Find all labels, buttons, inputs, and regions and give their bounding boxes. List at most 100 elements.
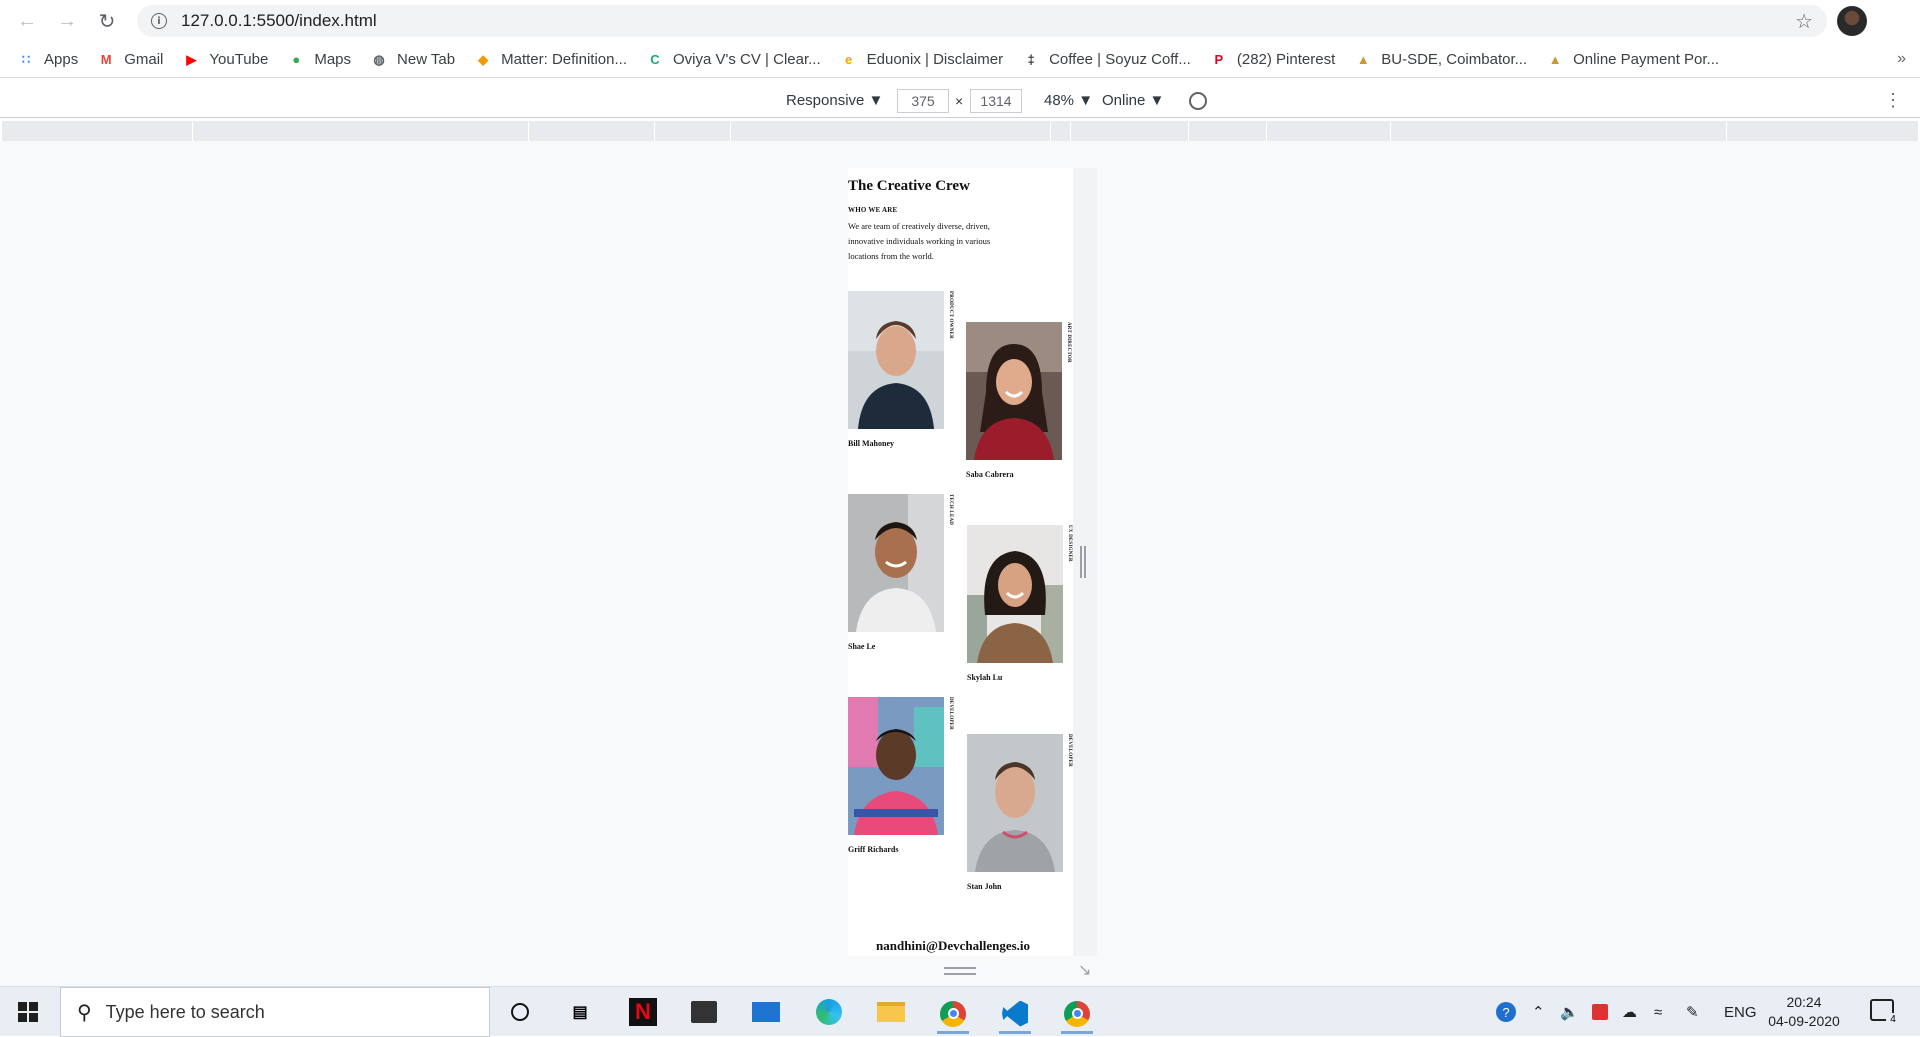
bookmark-label: (282) Pinterest bbox=[1236, 51, 1336, 68]
bookmarks-bar: ∷ Apps M Gmail ▶ YouTube ● Maps ◍ New Tab ◆ Matter:… bbox=[0, 42, 1920, 78]
member-photo bbox=[967, 734, 1063, 872]
windows-taskbar: ⚲ Type here to search ▤ N ? ⌃ 🔈 ☁ ≈ ✎ EN… bbox=[0, 986, 1920, 1037]
member-name: Skylah Lu bbox=[967, 673, 1003, 682]
member-photo bbox=[848, 697, 944, 835]
apps-grid-icon: ∷ bbox=[21, 51, 31, 67]
reload-icon[interactable]: ↻ bbox=[92, 6, 122, 36]
info-icon[interactable]: i bbox=[151, 13, 167, 29]
taskbar-search-box[interactable]: ⚲ Type here to search bbox=[60, 987, 490, 1037]
volume-icon[interactable]: 🔈 bbox=[1560, 987, 1579, 1037]
chevron-up-icon[interactable]: ⌃ bbox=[1532, 987, 1545, 1037]
bookmark-label: New Tab bbox=[397, 51, 456, 68]
more-bookmarks-icon[interactable]: » bbox=[1897, 50, 1906, 68]
bookmark-label: Oviya V's CV | Clear... bbox=[673, 51, 821, 68]
antivirus-icon[interactable] bbox=[1592, 987, 1608, 1037]
language-indicator[interactable]: ENG bbox=[1724, 987, 1757, 1037]
coffee-icon: ‡ bbox=[1027, 52, 1035, 67]
notification-icon[interactable]: 4 bbox=[1870, 999, 1900, 1027]
cortana-icon[interactable] bbox=[504, 996, 536, 1028]
bookmark-item[interactable]: C Oviya V's CV | Clear... bbox=[647, 51, 821, 68]
bookmark-item[interactable]: ▶ YouTube bbox=[183, 51, 268, 68]
member-role: UX DESIGNER bbox=[1067, 525, 1072, 562]
youtube-icon: ▶ bbox=[186, 51, 197, 67]
rotate-icon[interactable] bbox=[1189, 92, 1207, 110]
bookmark-item[interactable]: ▲ BU-SDE, Coimbator... bbox=[1355, 51, 1527, 68]
clock-time: 20:24 bbox=[1786, 994, 1822, 1010]
chrome-icon[interactable] bbox=[1061, 996, 1093, 1034]
zoom-select[interactable]: 48% ▼ bbox=[1044, 92, 1093, 109]
bookmark-item[interactable]: ‡ Coffee | Soyuz Coff... bbox=[1023, 51, 1191, 68]
task-view-icon[interactable]: ▤ bbox=[564, 996, 596, 1028]
clock-date: 04-09-2020 bbox=[1768, 1013, 1840, 1029]
chrome-icon[interactable] bbox=[937, 996, 969, 1034]
globe-icon: ◍ bbox=[373, 51, 385, 67]
member-name: Griff Richards bbox=[848, 845, 899, 854]
bookmark-label: Eduonix | Disclaimer bbox=[866, 51, 1004, 68]
member-photo bbox=[848, 494, 944, 632]
bookmark-item[interactable]: ◆ Matter: Definition... bbox=[475, 51, 627, 68]
network-throttle-select[interactable]: Online ▼ bbox=[1102, 92, 1164, 109]
member-name: Shae Le bbox=[848, 642, 876, 651]
back-arrow-icon[interactable]: ← bbox=[12, 6, 42, 36]
more-options-icon[interactable]: ⋮ bbox=[1884, 90, 1902, 111]
device-toolbar: Responsive ▼ 375 × 1314 48% ▼ Online ▼ ⋮ bbox=[0, 84, 1920, 118]
member-role: ART DIRECTOR bbox=[1066, 322, 1071, 363]
member-photo bbox=[848, 291, 944, 429]
person-icon: ▲ bbox=[1548, 52, 1562, 67]
mail-icon[interactable] bbox=[750, 996, 782, 1028]
pinterest-icon: P bbox=[1214, 52, 1224, 67]
onedrive-icon[interactable]: ☁ bbox=[1622, 987, 1637, 1037]
width-input[interactable]: 375 bbox=[897, 89, 949, 113]
bookmark-item[interactable]: ● Maps bbox=[288, 51, 351, 68]
vscode-icon[interactable] bbox=[999, 996, 1031, 1034]
edge-icon[interactable] bbox=[813, 996, 845, 1028]
notification-count: 4 bbox=[1886, 1013, 1900, 1027]
viewport-height-resize-handle[interactable] bbox=[944, 967, 976, 975]
member-role: PRODUCT OWNER bbox=[948, 291, 953, 339]
pen-icon[interactable]: ✎ bbox=[1686, 987, 1699, 1037]
page-title: The Creative Crew bbox=[848, 178, 970, 194]
member-photo bbox=[966, 322, 1062, 460]
matter-icon: ◆ bbox=[478, 51, 489, 67]
contact-email[interactable]: nandhini@Devchallenges.io bbox=[876, 938, 1030, 954]
bookmark-item[interactable]: e Eduonix | Disclaimer bbox=[841, 51, 1003, 68]
search-placeholder: Type here to search bbox=[105, 1001, 265, 1022]
bookmark-label: Online Payment Por... bbox=[1573, 51, 1720, 68]
help-icon[interactable]: ? bbox=[1496, 987, 1516, 1037]
bookmark-item[interactable]: P (282) Pinterest bbox=[1211, 51, 1336, 68]
corner-resize-icon[interactable]: ↘ bbox=[1078, 960, 1091, 980]
bookmark-item[interactable]: ∷ Apps bbox=[18, 51, 78, 68]
bookmark-label: Gmail bbox=[124, 51, 164, 68]
person-icon: ▲ bbox=[1356, 52, 1370, 67]
address-bar[interactable]: i 127.0.0.1:5500/index.html ☆ bbox=[137, 5, 1827, 37]
bookmark-label: BU-SDE, Coimbator... bbox=[1381, 51, 1528, 68]
netflix-icon[interactable]: N bbox=[627, 996, 659, 1028]
intro-paragraph: We are team of creatively diverse, drive… bbox=[848, 221, 991, 261]
member-photo bbox=[967, 525, 1063, 663]
viewport-width-resize-handle[interactable] bbox=[1080, 546, 1086, 578]
member-name: Bill Mahoney bbox=[848, 439, 895, 448]
member-name: Stan John bbox=[967, 882, 1002, 891]
bookmark-item[interactable]: ▲ Online Payment Por... bbox=[1547, 51, 1719, 68]
eduonix-icon: e bbox=[845, 52, 853, 67]
forward-arrow-icon[interactable]: → bbox=[52, 6, 82, 36]
maps-pin-icon: ● bbox=[292, 52, 301, 67]
file-explorer-icon[interactable] bbox=[875, 996, 907, 1028]
member-role: DEVELOPER bbox=[1067, 734, 1072, 767]
who-we-are-heading: WHO WE ARE bbox=[848, 206, 898, 214]
device-select[interactable]: Responsive ▼ bbox=[786, 92, 883, 109]
emulated-page: The Creative Crew WHO WE ARE We are team… bbox=[848, 168, 1073, 956]
windows-start-icon[interactable] bbox=[18, 1002, 38, 1022]
wifi-icon[interactable]: ≈ bbox=[1654, 987, 1662, 1037]
bookmark-star-icon[interactable]: ☆ bbox=[1795, 9, 1813, 34]
bookmark-item[interactable]: ◍ New Tab bbox=[371, 51, 455, 68]
profile-avatar[interactable] bbox=[1837, 6, 1867, 36]
media-query-bar[interactable] bbox=[2, 121, 1918, 141]
bookmark-label: YouTube bbox=[209, 51, 269, 68]
bookmark-item[interactable]: M Gmail bbox=[98, 51, 164, 68]
bookmark-label: Coffee | Soyuz Coff... bbox=[1049, 51, 1191, 68]
height-input[interactable]: 1314 bbox=[970, 89, 1022, 113]
system-clock[interactable]: 20:24 04-09-2020 bbox=[1764, 993, 1844, 1031]
store-icon[interactable] bbox=[688, 996, 720, 1028]
search-icon: ⚲ bbox=[77, 1000, 92, 1024]
